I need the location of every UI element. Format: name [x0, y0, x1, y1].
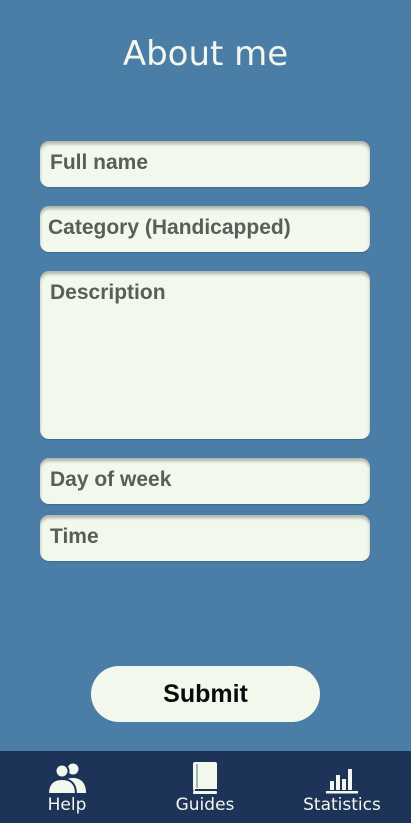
nav-label-help: Help: [47, 795, 87, 815]
submit-button[interactable]: Submit: [91, 666, 320, 722]
nav-label-statistics: Statistics: [303, 795, 381, 815]
description-field[interactable]: Description: [40, 271, 370, 439]
full-name-field[interactable]: Full name: [40, 141, 370, 187]
nav-label-guides: Guides: [175, 795, 235, 815]
time-field[interactable]: Time: [40, 515, 370, 561]
nav-item-statistics[interactable]: Statistics: [290, 751, 394, 823]
nav-item-help[interactable]: Help: [20, 751, 114, 823]
book-icon: [193, 762, 217, 794]
nav-item-guides[interactable]: Guides: [158, 751, 252, 823]
page-title: About me: [122, 34, 289, 74]
category-field[interactable]: Category (Handicapped): [40, 206, 370, 252]
person-icon: [47, 763, 86, 795]
about-me-screen: About me Full name Category (Handicapped…: [0, 0, 411, 823]
bottom-navigation: Help Guides Statistics: [0, 751, 411, 823]
bar-chart-icon: [326, 769, 358, 794]
day-of-week-field[interactable]: Day of week: [40, 458, 370, 504]
